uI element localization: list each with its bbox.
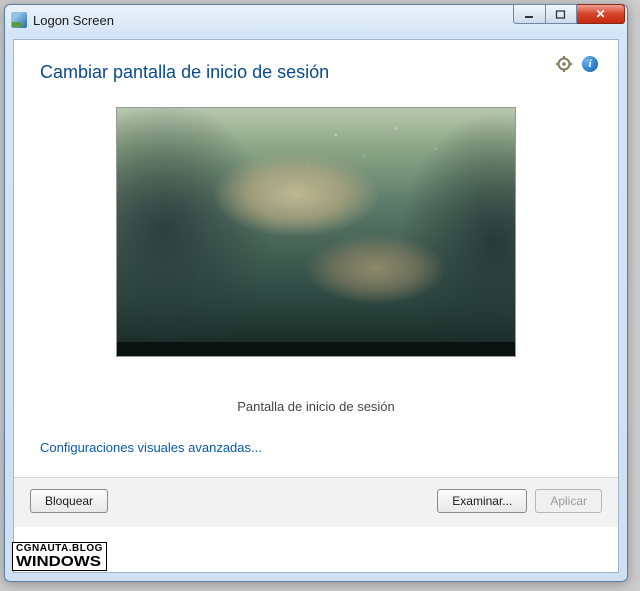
- info-icon[interactable]: i: [582, 56, 598, 72]
- window-title: Logon Screen: [33, 13, 513, 28]
- settings-icon[interactable]: [556, 56, 572, 72]
- apply-button[interactable]: Aplicar: [535, 489, 602, 513]
- preview-caption: Pantalla de inicio de sesión: [14, 357, 618, 432]
- browse-button[interactable]: Examinar...: [437, 489, 527, 513]
- logon-preview-image: [116, 107, 516, 357]
- close-icon: ✕: [595, 7, 605, 21]
- window-controls: ✕: [513, 4, 625, 24]
- header-row: Cambiar pantalla de inicio de sesión i: [14, 40, 618, 83]
- lock-button[interactable]: Bloquear: [30, 489, 108, 513]
- page-title: Cambiar pantalla de inicio de sesión: [40, 62, 556, 83]
- content-area: Cambiar pantalla de inicio de sesión i P…: [13, 39, 619, 573]
- app-window: Logon Screen ✕ Cambiar pantalla de inici…: [4, 4, 628, 582]
- minimize-icon: [524, 10, 536, 19]
- maximize-icon: [555, 10, 567, 19]
- preview-wrap: [14, 83, 618, 357]
- app-icon: [11, 12, 27, 28]
- header-icons: i: [556, 56, 598, 72]
- watermark-line2: WINDOWS: [16, 554, 113, 569]
- footer-bar: Bloquear Examinar... Aplicar: [14, 477, 618, 527]
- titlebar[interactable]: Logon Screen ✕: [5, 5, 627, 35]
- minimize-button[interactable]: [513, 4, 545, 24]
- close-button[interactable]: ✕: [577, 4, 625, 24]
- maximize-button[interactable]: [545, 4, 577, 24]
- advanced-visual-link[interactable]: Configuraciones visuales avanzadas...: [14, 432, 618, 455]
- watermark: CGNAUTA.BLOG WINDOWS: [12, 542, 107, 571]
